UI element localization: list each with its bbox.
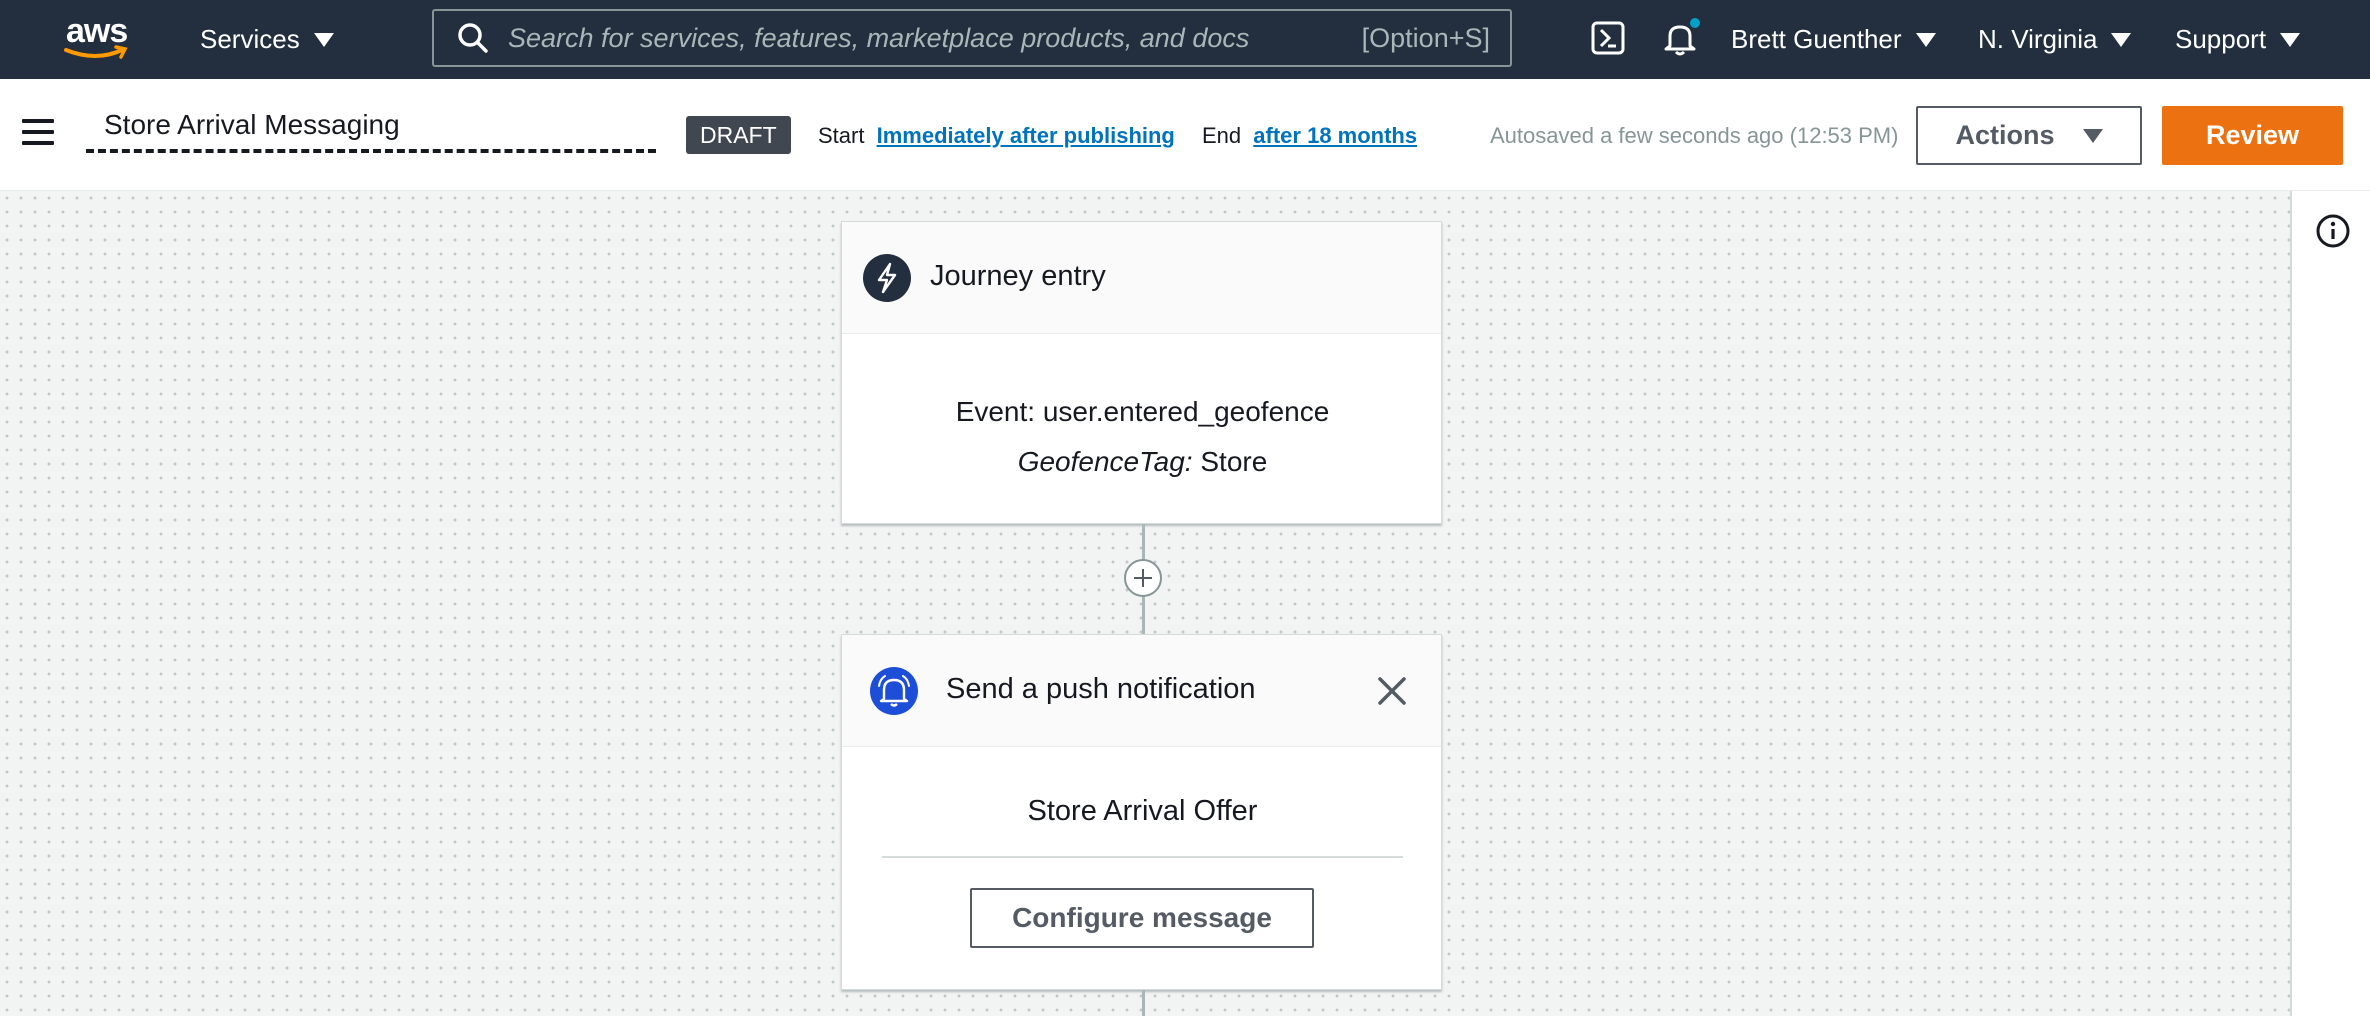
attribute-value: Store	[1200, 446, 1268, 477]
menu-icon[interactable]	[22, 119, 54, 145]
user-name: Brett Guenther	[1731, 24, 1902, 54]
cloudshell-icon[interactable]	[1588, 18, 1628, 58]
close-icon[interactable]	[1376, 675, 1408, 707]
start-schedule: Start Immediately after publishing	[818, 123, 1175, 149]
top-navigation-bar: aws Services Search for services, featur…	[0, 0, 2370, 79]
journey-header: Store Arrival Messaging DRAFT Start Imme…	[0, 79, 2370, 191]
right-panel	[2290, 191, 2370, 1016]
review-button[interactable]: Review	[2162, 106, 2343, 165]
search-shortcut: [Option+S]	[1361, 22, 1490, 53]
journey-entry-header: Journey entry	[842, 222, 1441, 334]
support-menu[interactable]: Support	[2175, 0, 2301, 79]
notifications-button[interactable]	[1660, 18, 1700, 58]
connector-line	[1142, 990, 1145, 1016]
services-menu[interactable]: Services	[200, 0, 334, 79]
info-icon[interactable]	[2315, 213, 2351, 249]
push-notification-header: Send a push notification	[842, 635, 1441, 747]
actions-label: Actions	[1955, 120, 2055, 150]
region-name: N. Virginia	[1978, 24, 2098, 54]
chevron-down-icon	[313, 32, 334, 47]
configure-message-label: Configure message	[1012, 902, 1272, 933]
aws-logo-text: aws	[66, 12, 128, 50]
services-label: Services	[200, 24, 300, 54]
end-schedule: End after 18 months	[1202, 123, 1417, 149]
configure-message-button[interactable]: Configure message	[970, 888, 1314, 948]
search-input[interactable]: Search for services, features, marketpla…	[432, 9, 1512, 67]
message-name: Store Arrival Offer	[1027, 795, 1258, 827]
region-menu[interactable]: N. Virginia	[1978, 0, 2132, 79]
divider	[882, 856, 1403, 858]
actions-button[interactable]: Actions	[1916, 106, 2142, 165]
review-label: Review	[2205, 120, 2300, 150]
aws-logo[interactable]: aws	[62, 14, 132, 62]
bell-icon	[870, 667, 918, 715]
journey-name-field[interactable]: Store Arrival Messaging	[86, 97, 656, 153]
start-label: Start	[818, 123, 865, 148]
journey-entry-card[interactable]: Journey entry Event: user.entered_geofen…	[841, 221, 1442, 524]
add-activity-button[interactable]	[1124, 559, 1162, 597]
journey-canvas[interactable]: Journey entry Event: user.entered_geofen…	[0, 191, 2290, 1016]
notification-dot	[1690, 18, 1700, 28]
attribute-key: GeofenceTag:	[1017, 446, 1193, 477]
journey-name: Store Arrival Messaging	[104, 109, 400, 140]
end-time-link[interactable]: after 18 months	[1253, 123, 1417, 148]
support-label: Support	[2175, 24, 2267, 54]
start-time-link[interactable]: Immediately after publishing	[877, 123, 1175, 148]
autosave-status: Autosaved a few seconds ago (12:53 PM)	[1490, 123, 1899, 148]
end-label: End	[1202, 123, 1242, 148]
push-notification-card[interactable]: Send a push notification Store Arrival O…	[841, 634, 1442, 990]
search-icon	[458, 23, 488, 53]
status-badge: DRAFT	[686, 116, 791, 154]
push-notification-title: Send a push notification	[946, 673, 1256, 705]
chevron-down-icon	[2111, 32, 2132, 47]
chevron-down-icon	[2082, 128, 2103, 143]
search-placeholder: Search for services, features, marketpla…	[508, 22, 1250, 53]
lightning-icon	[863, 254, 911, 302]
entry-event: Event: user.entered_geofence	[955, 396, 1330, 427]
entry-attribute: GeofenceTag: Store	[842, 446, 1443, 478]
user-menu[interactable]: Brett Guenther	[1731, 0, 1936, 79]
journey-entry-title: Journey entry	[930, 260, 1106, 292]
chevron-down-icon	[2280, 32, 2301, 47]
aws-smile-icon	[64, 45, 128, 59]
chevron-down-icon	[1915, 32, 1936, 47]
